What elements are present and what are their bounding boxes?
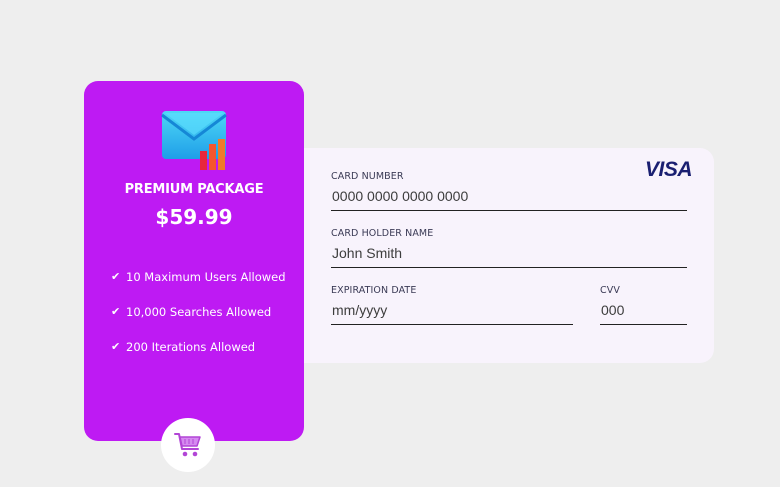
card-number-input[interactable] xyxy=(331,182,687,211)
feature-text: 10,000 Searches Allowed xyxy=(126,305,272,319)
package-price: $59.99 xyxy=(155,205,233,229)
cvv-label: CVV xyxy=(600,285,620,296)
check-icon: ✔ xyxy=(111,270,121,283)
shopping-cart-icon xyxy=(174,433,201,457)
check-icon: ✔ xyxy=(111,305,121,318)
cvv-field: CVV xyxy=(600,285,687,325)
card-number-field: CARD NUMBER xyxy=(331,171,687,211)
card-holder-label: CARD HOLDER NAME xyxy=(331,228,434,239)
feature-list: ✔ 10 Maximum Users Allowed ✔ 10,000 Sear… xyxy=(111,270,286,375)
check-icon: ✔ xyxy=(111,340,121,353)
payment-form: VISA CARD NUMBER CARD HOLDER NAME EXPIRA… xyxy=(290,148,714,363)
package-card: PREMIUM PACKAGE $59.99 ✔ 10 Maximum User… xyxy=(84,81,304,441)
feature-item: ✔ 10,000 Searches Allowed xyxy=(111,305,286,340)
card-number-label: CARD NUMBER xyxy=(331,171,404,182)
cart-button[interactable] xyxy=(161,418,215,472)
feature-text: 10 Maximum Users Allowed xyxy=(126,270,286,284)
feature-item: ✔ 10 Maximum Users Allowed xyxy=(111,270,286,305)
expiration-field: EXPIRATION DATE xyxy=(331,285,573,325)
expiration-input[interactable] xyxy=(331,296,573,325)
card-holder-input[interactable] xyxy=(331,239,687,268)
cvv-input[interactable] xyxy=(600,296,687,325)
checkout-page: VISA CARD NUMBER CARD HOLDER NAME EXPIRA… xyxy=(0,0,780,487)
expiration-label: EXPIRATION DATE xyxy=(331,285,417,296)
feature-text: 200 Iterations Allowed xyxy=(126,340,256,354)
feature-item: ✔ 200 Iterations Allowed xyxy=(111,340,286,375)
card-holder-field: CARD HOLDER NAME xyxy=(331,228,687,268)
mail-chart-icon xyxy=(161,111,227,170)
package-name: PREMIUM PACKAGE xyxy=(124,182,264,197)
